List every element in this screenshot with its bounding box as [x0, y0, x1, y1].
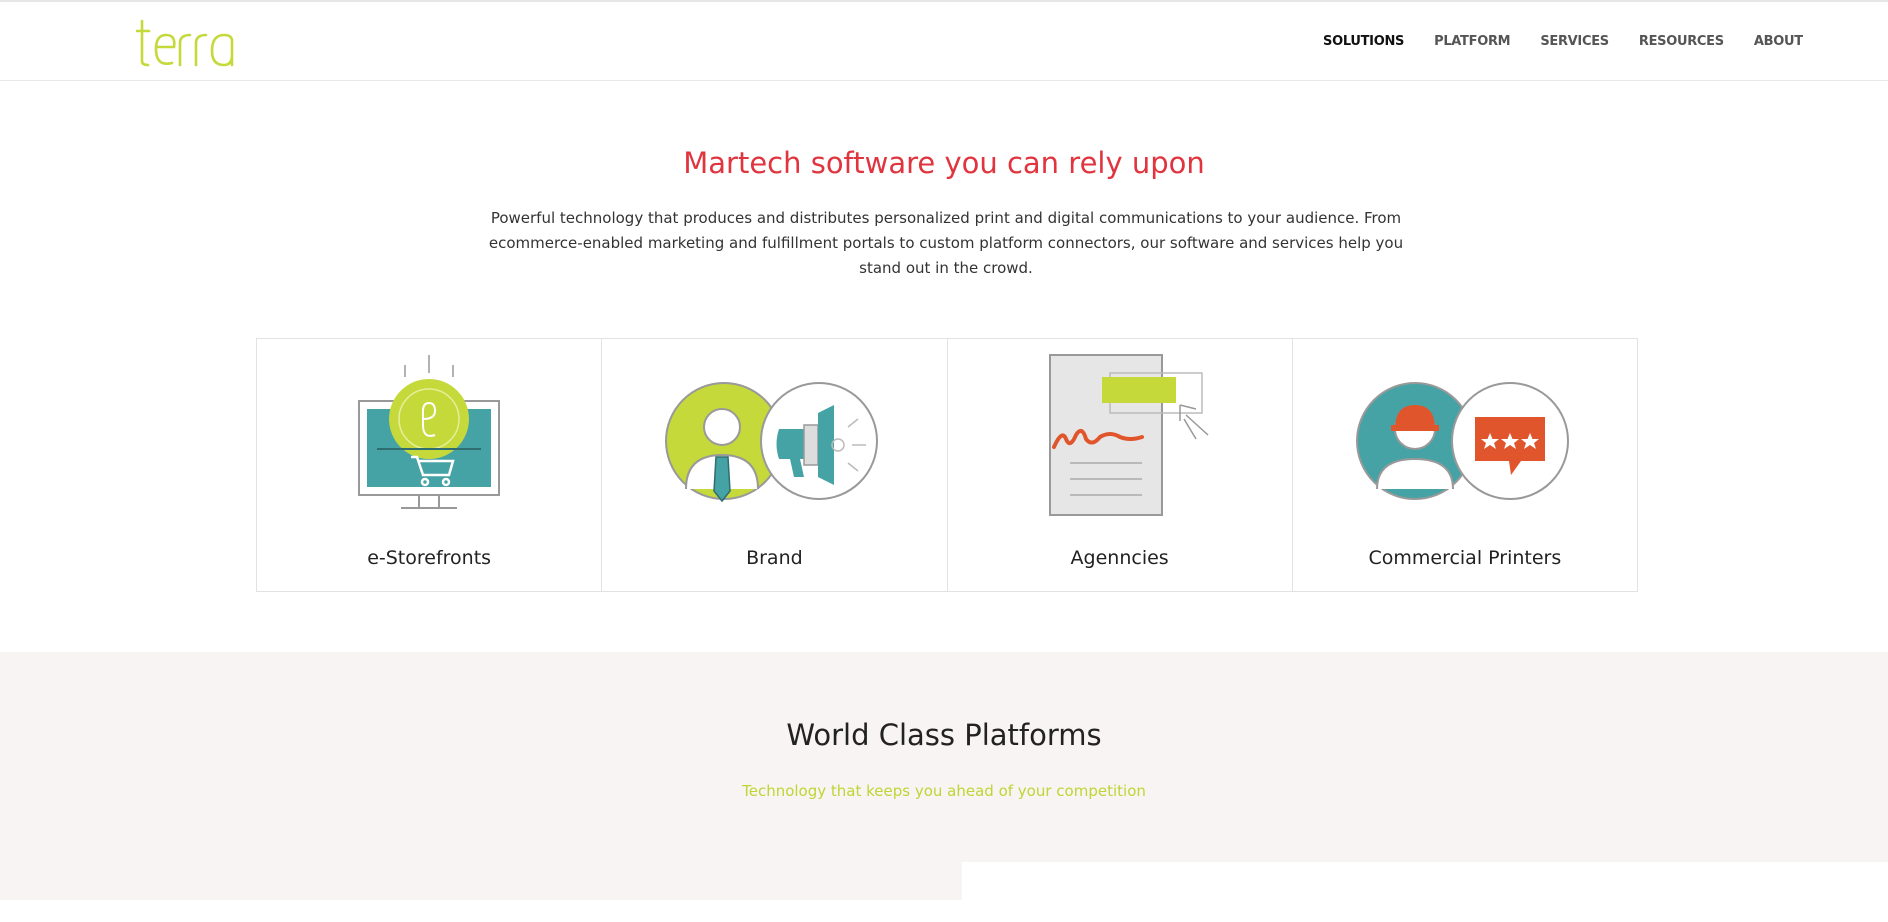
nav-services[interactable]: SERVICES — [1540, 34, 1609, 49]
terra-logo[interactable] — [136, 19, 236, 69]
site-header: SOLUTIONS PLATFORM SERVICES RESOURCES AB… — [0, 2, 1888, 81]
nav-solutions[interactable]: SOLUTIONS — [1323, 34, 1404, 49]
agency-document-icon — [1048, 354, 1209, 516]
main-nav: SOLUTIONS PLATFORM SERVICES RESOURCES AB… — [1323, 34, 1833, 49]
card-label-e-storefronts: e-Storefronts — [367, 547, 492, 569]
card-label-commercial-printers: Commercial Printers — [1368, 547, 1562, 569]
card-e-storefronts[interactable]: e-Storefronts — [257, 339, 603, 591]
nav-platform[interactable]: PLATFORM — [1434, 34, 1511, 49]
brand-megaphone-icon — [665, 382, 879, 503]
card-agencies[interactable]: Agenncies — [948, 339, 1293, 591]
card-brand[interactable]: Brand — [602, 339, 948, 591]
printer-rating-icon — [1355, 382, 1569, 500]
hero-title: Martech software you can rely upon — [683, 146, 1205, 180]
platforms-subtitle: Technology that keeps you ahead of your … — [742, 782, 1146, 800]
platforms-section: World Class Platforms Technology that ke… — [0, 652, 1888, 922]
solutions-cards: e-Storefronts Brand Agenncies Commercial… — [256, 338, 1638, 592]
nav-about[interactable]: ABOUT — [1754, 34, 1803, 49]
hero-description: Powerful technology that produces and di… — [488, 209, 1404, 277]
storefront-icon — [358, 355, 501, 509]
nav-resources[interactable]: RESOURCES — [1639, 34, 1724, 49]
card-label-brand: Brand — [746, 547, 803, 569]
card-label-agencies: Agenncies — [1070, 547, 1169, 569]
card-commercial-printers[interactable]: Commercial Printers — [1293, 339, 1637, 591]
platforms-title: World Class Platforms — [786, 718, 1102, 752]
platform-panel — [962, 862, 1888, 922]
